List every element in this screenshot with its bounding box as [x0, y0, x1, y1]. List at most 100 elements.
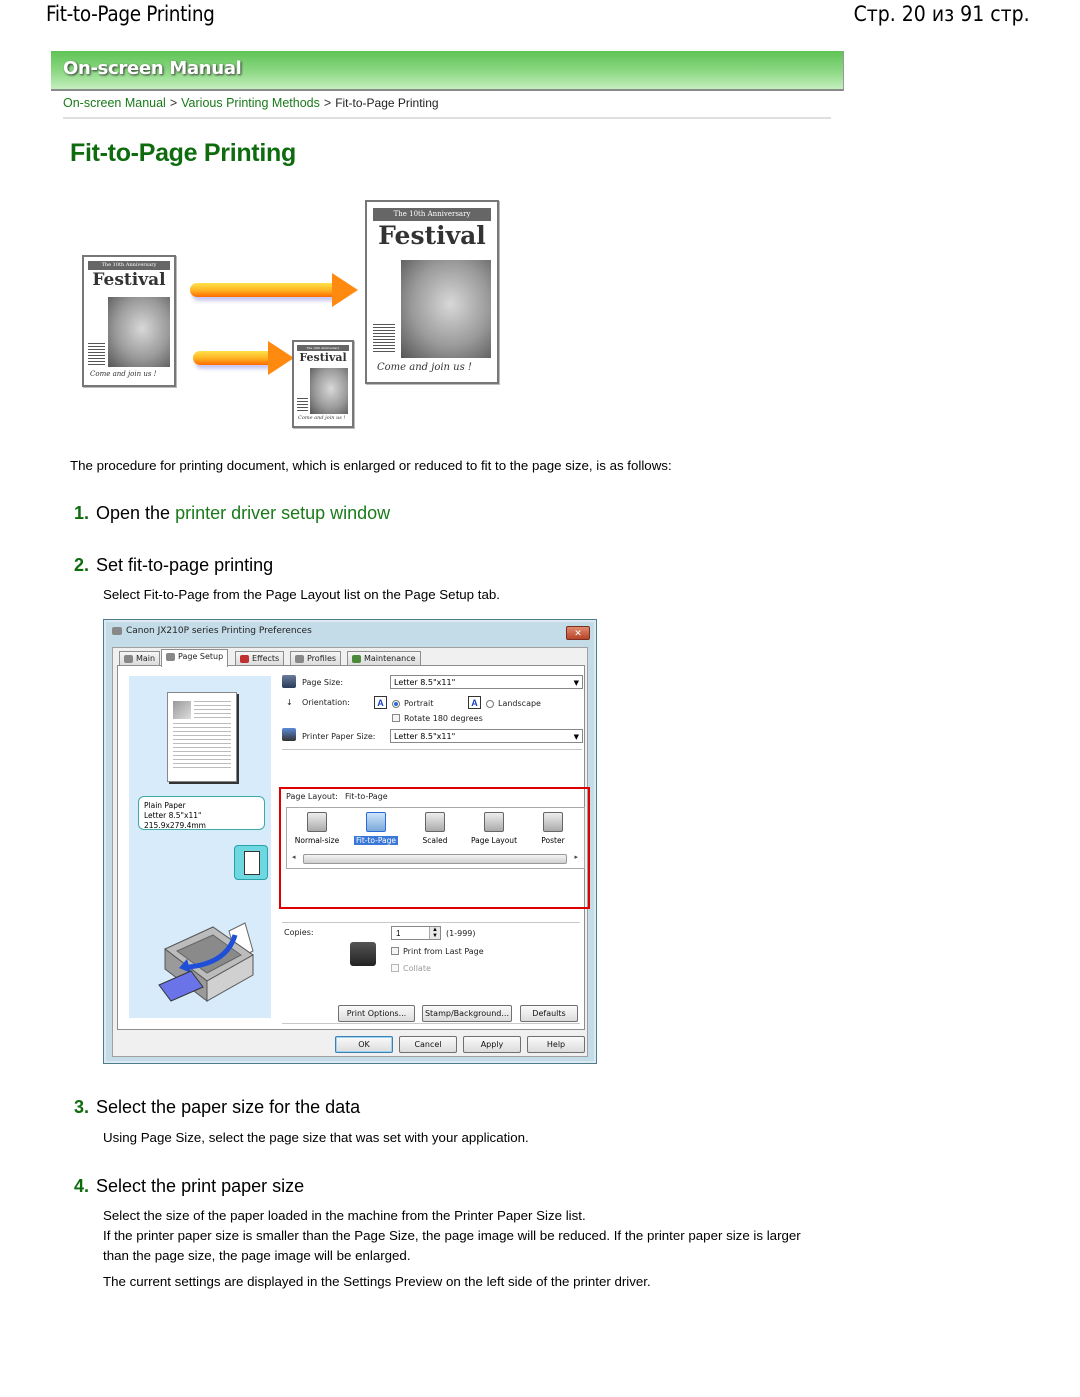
rotate-180-checkbox[interactable] [392, 714, 400, 722]
breadcrumb-separator: > [169, 96, 178, 110]
collate-checkbox[interactable] [391, 964, 399, 972]
step-number: 3. [74, 1097, 90, 1117]
layout-option-fit-to-page[interactable]: Fit-to-Page [348, 812, 404, 845]
layout-option-normal-size[interactable]: Normal-size [289, 812, 345, 845]
step-2-description: Select Fit-to-Page from the Page Layout … [103, 587, 500, 602]
divider [282, 749, 582, 750]
chevron-down-icon: ▼ [573, 733, 579, 741]
orientation-preview-icon[interactable] [234, 845, 268, 880]
close-button[interactable]: ✕ [566, 626, 590, 640]
step-number: 2. [74, 555, 90, 575]
profiles-tab-icon [295, 654, 304, 663]
page-size-select[interactable]: Letter 8.5"x11" ▼ [390, 675, 583, 689]
layout-list-scrollbar[interactable]: ◂ ▸ [291, 853, 579, 864]
scroll-left-icon[interactable]: ◂ [292, 853, 296, 861]
help-button[interactable]: Help [527, 1036, 585, 1053]
copies-value: 1 [396, 929, 401, 938]
tab-page-setup[interactable]: Page Setup [161, 649, 229, 667]
divider [282, 922, 580, 923]
page-setup-tab-icon [166, 652, 175, 661]
printer-paper-size-select[interactable]: Letter 8.5"x11" ▼ [390, 729, 583, 743]
tab-profiles[interactable]: Profiles [290, 651, 342, 666]
breadcrumb-current: Fit-to-Page Printing [335, 96, 439, 110]
step-text: Set fit-to-page printing [96, 555, 274, 575]
poster-tagline: Come and join us ! [90, 370, 157, 378]
step-text: Select the print paper size [96, 1176, 305, 1196]
layout-option-label: Poster [541, 836, 565, 845]
layout-option-label: Normal-size [294, 836, 340, 845]
tab-main[interactable]: Main [119, 651, 161, 666]
print-from-last-page-checkbox[interactable] [391, 947, 399, 955]
divider [282, 1023, 580, 1024]
tab-maintenance[interactable]: Maintenance [347, 651, 421, 666]
layout-option-page-layout[interactable]: Page Layout [466, 812, 522, 845]
tab-label: Profiles [307, 654, 337, 663]
page-preview-thumbnail [167, 692, 237, 782]
page-setup-panel: Plain Paper Letter 8.5"x11" 215.9x279.4m… [117, 665, 590, 1030]
dialog-body: Main Page Setup Effects Profiles Mainten… [112, 647, 590, 1057]
step-number: 1. [74, 503, 90, 523]
breadcrumb-separator: > [323, 96, 332, 110]
breadcrumb: On-screen Manual > Various Printing Method… [63, 96, 439, 110]
dialog-title: Canon JX210P series Printing Preferences [126, 626, 312, 636]
enlarge-arrow [190, 283, 340, 297]
printer-driver-setup-link[interactable]: printer driver setup window [175, 503, 390, 523]
ok-button[interactable]: OK [335, 1036, 393, 1053]
tab-label: Page Setup [178, 652, 224, 661]
preview-text-lines [173, 723, 231, 769]
cancel-button[interactable]: Cancel [399, 1036, 457, 1053]
layout-option-scaled[interactable]: Scaled [407, 812, 463, 845]
dog-photo [108, 297, 170, 367]
print-from-last-page-label: Print from Last Page [403, 947, 484, 956]
pdf-header-title: Fit-to-Page Printing [46, 2, 215, 26]
step-2-heading: 2. Set fit-to-page printing [74, 555, 273, 576]
step-text: Select the paper size for the data [96, 1097, 361, 1117]
defaults-button[interactable]: Defaults [520, 1005, 578, 1022]
poster-tagline: Come and join us ! [298, 415, 346, 421]
scaled-icon [425, 812, 445, 832]
text-lines [88, 343, 105, 365]
media-type: Plain Paper [144, 801, 186, 810]
stamp-background-button[interactable]: Stamp/Background... [422, 1005, 512, 1022]
tab-label: Effects [252, 654, 280, 663]
dog-photo [310, 368, 348, 414]
collate-label: Collate [403, 964, 431, 973]
page-size-icon [282, 675, 296, 688]
tab-label: Main [136, 654, 156, 663]
breadcrumb-link-on-screen-manual[interactable]: On-screen Manual [63, 96, 166, 110]
portrait-icon: A [374, 696, 387, 709]
paper-size-info: Letter 8.5"x11" 215.9x279.4mm [144, 811, 206, 830]
poster-heading: Festival [378, 221, 486, 250]
breadcrumb-link-various-printing-methods[interactable]: Various Printing Methods [181, 96, 320, 110]
page-size-label: Page Size: [302, 678, 344, 687]
portrait-radio[interactable] [392, 700, 400, 708]
scrollbar-thumb[interactable] [303, 854, 567, 864]
step-number: 4. [74, 1176, 90, 1196]
copies-spinner[interactable]: 1 ▲ ▼ [391, 926, 441, 940]
landscape-icon: A [468, 696, 481, 709]
layout-option-poster[interactable]: Poster [525, 812, 581, 845]
fit-to-page-icon [366, 812, 386, 832]
print-options-button[interactable]: Print Options... [338, 1005, 415, 1022]
landscape-radio[interactable] [486, 700, 494, 708]
settings-preview: Plain Paper Letter 8.5"x11" 215.9x279.4m… [129, 676, 271, 1018]
spin-up-down-icon[interactable]: ▲ ▼ [429, 927, 440, 939]
page-title: Fit-to-Page Printing [70, 139, 296, 167]
apply-button[interactable]: Apply [463, 1036, 521, 1053]
tab-effects[interactable]: Effects [235, 651, 285, 666]
page-layout-list: Normal-size Fit-to-Page Scaled Page Layo… [286, 807, 585, 869]
printing-preferences-dialog: Canon JX210P series Printing Preferences… [103, 619, 597, 1064]
normal-size-icon [307, 812, 327, 832]
page-layout-highlight: Page Layout: Fit-to-Page Normal-size Fit… [279, 787, 590, 909]
text-lines [373, 324, 395, 354]
step-3-heading: 3. Select the paper size for the data [74, 1097, 360, 1118]
step-4-paragraph-1: Select the size of the paper loaded in t… [103, 1208, 586, 1223]
rotate-180-label: Rotate 180 degrees [404, 714, 483, 723]
paper-info-box: Plain Paper Letter 8.5"x11" 215.9x279.4m… [138, 796, 265, 830]
original-poster-image: The 10th Anniversary Festival Come and j… [82, 255, 176, 387]
layout-option-label: Fit-to-Page [353, 836, 399, 845]
page-layout-value: Fit-to-Page [345, 792, 388, 801]
printer-icon [112, 626, 122, 635]
scroll-right-icon[interactable]: ▸ [574, 853, 578, 861]
banner-title: On-screen Manual [63, 58, 242, 79]
